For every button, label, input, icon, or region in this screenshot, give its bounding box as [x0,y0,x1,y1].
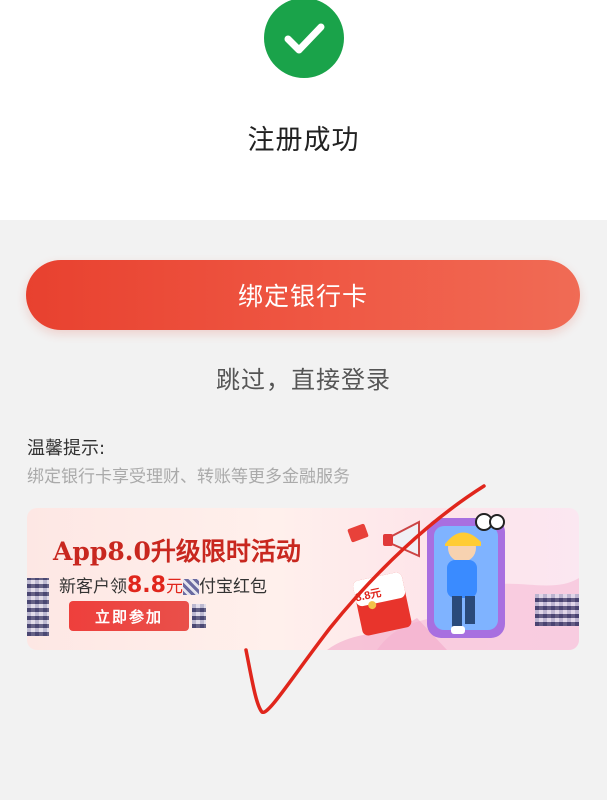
privacy-mosaic-right [535,594,579,626]
tip-title: 温馨提示: [27,438,106,459]
skip-login-link[interactable]: 跳过，直接登录 [0,360,607,395]
privacy-mosaic-mid [192,604,206,628]
promo-banner[interactable]: App8.0升级限时活动 新客户领8.8元 付宝红包 立即参加 8.8元 [27,508,579,650]
privacy-mosaic-left [27,578,49,636]
bind-card-button[interactable]: 绑定银行卡 [26,260,580,330]
check-icon [264,0,344,78]
success-title: 注册成功 [247,125,360,156]
red-envelope-icon [353,572,412,636]
banner-illustration: 8.8元 [327,513,579,650]
tip-text: 绑定银行卡享受理财、转账等更多金融服务 [27,467,350,487]
success-section: 注册成功 [0,0,607,220]
megaphone-icon [383,520,420,558]
